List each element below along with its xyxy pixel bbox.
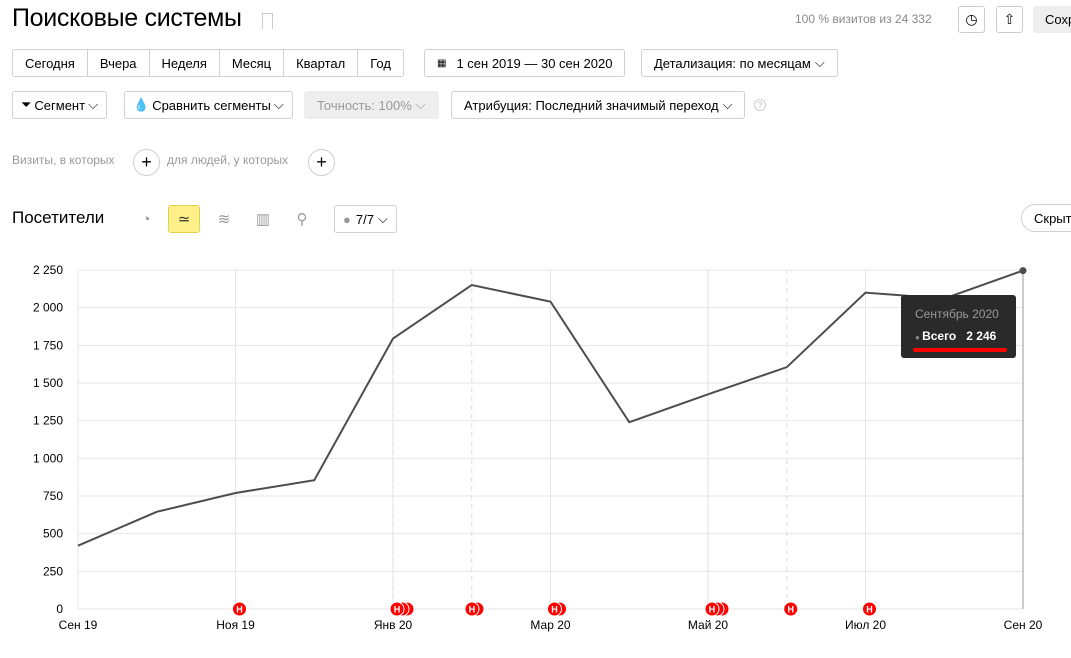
- share-icon: ⇧: [1003, 11, 1016, 27]
- y-tick-label: 1 000: [33, 451, 63, 465]
- period-yesterday[interactable]: Вчера: [88, 50, 150, 76]
- section-title: Посетители: [12, 208, 105, 227]
- y-tick-label: 2 000: [33, 301, 63, 315]
- area-icon: ≋: [217, 211, 231, 228]
- save-button[interactable]: Сохранить: [1033, 6, 1071, 33]
- x-tick-label: Сен 20: [1004, 618, 1043, 632]
- y-tick-label: 1 750: [33, 338, 63, 352]
- visits-condition-label: Визиты, в которых: [12, 153, 115, 167]
- period-week[interactable]: Неделя: [150, 50, 220, 76]
- attribution-dropdown[interactable]: Атрибуция: Последний значимый переход ⌵: [451, 91, 746, 119]
- people-condition-label: для людей, у которых: [167, 153, 289, 167]
- accuracy-dropdown[interactable]: Точность: 100% ⌵: [304, 91, 439, 119]
- visits-info: 100 % визитов из 24 332: [795, 12, 932, 26]
- date-range-button[interactable]: ▦ 1 сен 2019 — 30 сен 2020: [424, 49, 626, 77]
- area-chart-view-button[interactable]: ≋: [208, 205, 240, 233]
- x-tick-label: Мар 20: [530, 618, 570, 632]
- period-quarter[interactable]: Квартал: [284, 50, 359, 76]
- line-chart-icon: ≃: [177, 211, 191, 228]
- period-today[interactable]: Сегодня: [13, 50, 88, 76]
- data-point: [1019, 267, 1027, 275]
- compare-segments-button[interactable]: 💧 Сравнить сегменты ⌵: [124, 91, 293, 119]
- y-tick-label: 1 500: [33, 376, 63, 390]
- bars-icon: ▥: [255, 211, 271, 228]
- calendar-icon: ▦: [437, 57, 447, 69]
- export-button[interactable]: ⇧: [996, 6, 1023, 33]
- plus-icon: +: [141, 152, 152, 172]
- filter-icon: ⏷: [21, 97, 32, 112]
- annotation-marker-label: Н: [866, 605, 873, 615]
- chevron-down-icon: ⌵: [814, 55, 825, 70]
- tooltip-period: Сентябрь 2020: [915, 307, 999, 321]
- x-tick-label: Июл 20: [845, 618, 886, 632]
- period-year[interactable]: Год: [358, 50, 403, 76]
- pie-icon: ◔: [141, 210, 151, 228]
- tooltip-value: 2 246: [966, 329, 997, 343]
- annotation-marker-label: Н: [709, 605, 716, 615]
- add-people-condition-button[interactable]: +: [308, 149, 335, 176]
- map-view-button[interactable]: ⚲: [286, 205, 318, 233]
- y-tick-label: 750: [43, 489, 63, 503]
- x-tick-label: Ноя 19: [216, 618, 255, 632]
- drops-icon: 💧: [133, 97, 150, 112]
- pie-chart-view-button[interactable]: ◔: [130, 205, 162, 233]
- x-tick-label: Май 20: [688, 618, 729, 632]
- plus-icon: +: [316, 152, 327, 172]
- line-chart-view-button[interactable]: ≃: [168, 205, 200, 233]
- chevron-down-icon: ⌵: [88, 97, 98, 112]
- help-icon[interactable]: ?: [754, 99, 766, 111]
- y-tick-label: 500: [43, 527, 63, 541]
- chevron-down-icon: ⌵: [377, 211, 388, 226]
- period-selector: Сегодня Вчера Неделя Месяц Квартал Год: [12, 49, 404, 77]
- add-visit-condition-button[interactable]: +: [133, 149, 160, 176]
- hide-chart-button[interactable]: Скрыть: [1021, 204, 1071, 232]
- period-month[interactable]: Месяц: [220, 50, 285, 76]
- annotation-marker-label: Н: [469, 605, 476, 615]
- bar-chart-view-button[interactable]: ▥: [247, 205, 279, 233]
- comment-icon: ●: [343, 211, 351, 227]
- tooltip-series-bar: [913, 348, 1007, 352]
- clock-icon: ◷: [965, 11, 978, 27]
- annotation-marker-label: Н: [236, 605, 243, 615]
- chevron-down-icon: ⌵: [273, 97, 284, 112]
- annotation-marker-label: Н: [788, 605, 795, 615]
- y-tick-label: 2 250: [33, 263, 63, 277]
- segment-button[interactable]: ⏷ Сегмент ⌵: [12, 91, 107, 119]
- x-tick-label: Сен 19: [59, 618, 98, 632]
- x-tick-label: Янв 20: [374, 618, 413, 632]
- map-pin-icon: ⚲: [296, 211, 308, 228]
- page-title: Поисковые системы: [12, 4, 242, 32]
- chart-tooltip: Сентябрь 2020 ● Всего 2 246: [901, 295, 1016, 358]
- history-button[interactable]: ◷: [958, 6, 985, 33]
- y-tick-label: 250: [43, 564, 63, 578]
- annotation-marker-label: Н: [394, 605, 401, 615]
- y-tick-label: 1 250: [33, 414, 63, 428]
- detail-dropdown[interactable]: Детализация: по месяцам ⌵: [641, 49, 838, 77]
- annotations-dropdown[interactable]: ● 7/7 ⌵: [334, 205, 397, 233]
- chevron-down-icon: ⌵: [722, 97, 733, 112]
- y-tick-label: 0: [56, 602, 63, 616]
- bookmark-icon[interactable]: [262, 13, 273, 29]
- tooltip-label: Всего: [922, 329, 957, 343]
- chevron-down-icon: ⌵: [415, 97, 426, 112]
- annotation-marker-label: Н: [551, 605, 558, 615]
